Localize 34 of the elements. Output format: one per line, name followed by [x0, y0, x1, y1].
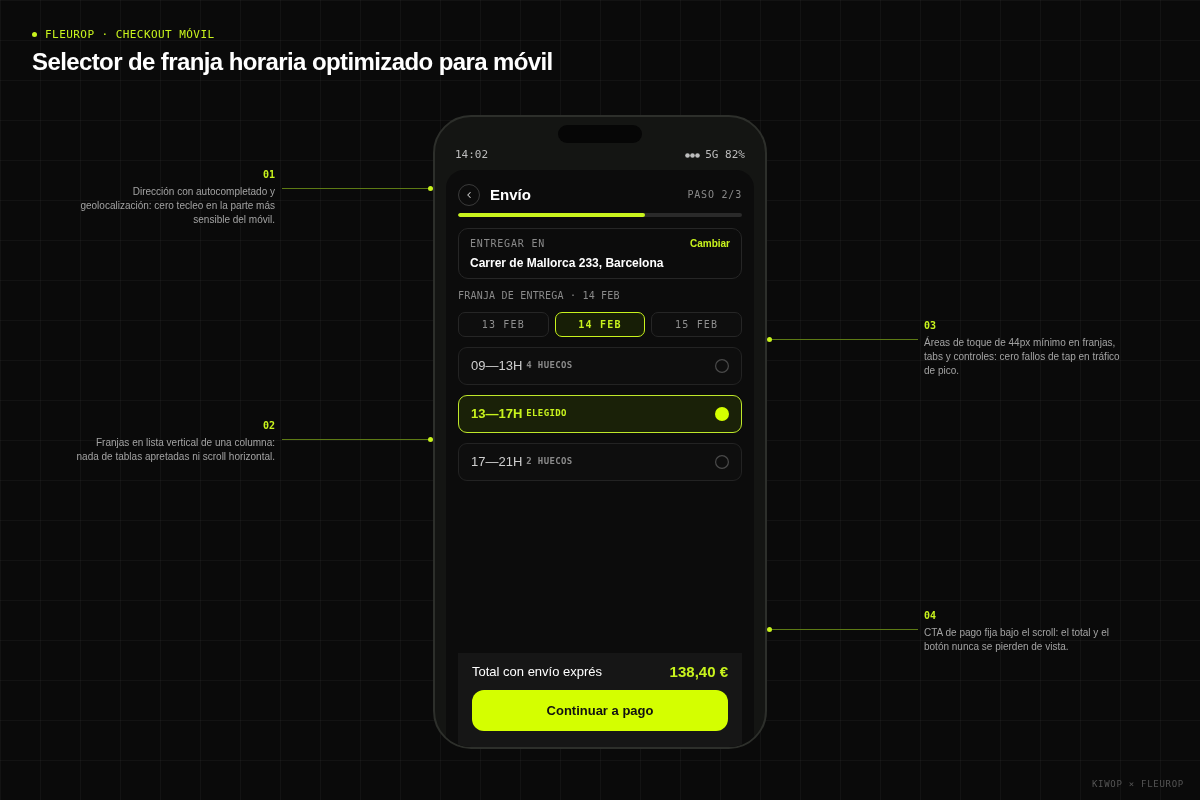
radio-icon	[715, 359, 729, 373]
eyebrow-label: FLEUROP · CHECKOUT MÓVIL	[45, 28, 215, 41]
callout-number: 04	[924, 610, 937, 622]
callout-text: Franjas en lista vertical de una columna: nada de tablas apretadas ni scroll horizontal.	[75, 436, 275, 464]
date-tab[interactable]: 15 FEB	[651, 312, 742, 337]
status-time: 14:02	[455, 148, 489, 162]
date-tab[interactable]: 13 FEB	[458, 312, 549, 337]
time-slot[interactable]: 09—13H 4 HUECOS	[458, 347, 742, 385]
step-indicator: PASO 2/3	[687, 189, 742, 201]
callout-text: Áreas de toque de 44px mínimo en franjas, tabs y controles: cero fallos de tap en tráfico de pico.	[924, 336, 1121, 378]
total-label: Total con envío exprés	[472, 664, 603, 680]
chevron-left-icon	[464, 190, 474, 200]
signal-dots-icon	[685, 152, 701, 158]
change-link[interactable]: Cambiar	[690, 238, 730, 250]
total-amount: 138,40 €	[669, 663, 728, 681]
credit-label: KIWOP × FLEUROP	[1091, 779, 1184, 790]
callout-text: Dirección con autocompletado y geolocalización: cero tecleo en la parte más sensible del móvil.	[79, 185, 275, 227]
status-network: 5G 82%	[705, 148, 745, 162]
screen-title: Envío	[490, 186, 531, 204]
address-value: Carrer de Mallorca 233, Barcelona	[470, 255, 665, 271]
bullet-dot-icon	[32, 32, 37, 37]
time-slot[interactable]: 17—21H 2 HUECOS	[458, 443, 742, 481]
radio-selected-icon	[715, 407, 729, 421]
callout-number: 01	[262, 169, 275, 181]
callout-number: 02	[262, 420, 275, 432]
callout-text: CTA de pago fija bajo el scroll: el total y el botón nunca se pierden de vista.	[924, 626, 1110, 654]
date-tab[interactable]: 14 FEB	[554, 312, 646, 337]
section-label: FRANJA DE ENTREGA · 14 FEB	[458, 290, 620, 302]
time-slot[interactable]: 13—17H ELEGIDO	[458, 395, 742, 433]
address-label: ENTREGAR EN	[470, 238, 546, 250]
page-title: Selector de franja horaria optimizado para móvil	[32, 48, 553, 76]
continue-button[interactable]: Continuar a pago	[472, 690, 728, 731]
callout-number: 03	[924, 320, 937, 332]
radio-icon	[715, 455, 729, 469]
